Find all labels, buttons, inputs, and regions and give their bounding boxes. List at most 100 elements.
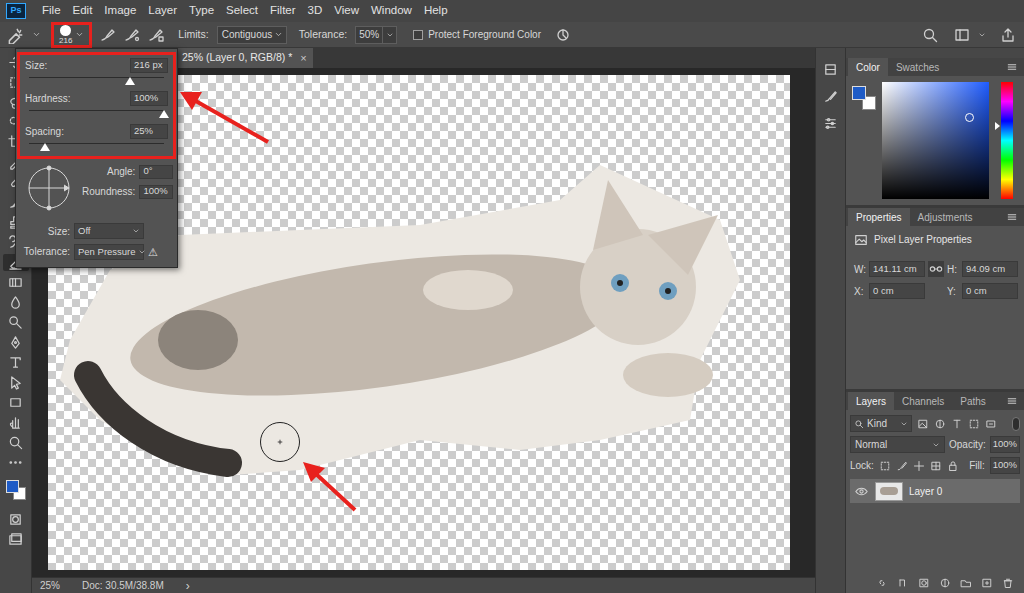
fill-input[interactable]: 100% (990, 457, 1020, 474)
menu-item[interactable]: File (42, 2, 61, 19)
visibility-eye-icon[interactable] (853, 485, 869, 498)
panel-tab[interactable]: Channels (894, 392, 952, 410)
menu-item[interactable]: Layer (148, 2, 177, 19)
panel-tab[interactable]: Layers (848, 392, 894, 410)
adjustments-panel-icon[interactable] (823, 116, 838, 131)
pen-tool-icon[interactable] (3, 334, 29, 351)
pen-pressure-icon[interactable] (555, 27, 571, 43)
panel-tab[interactable]: Swatches (888, 58, 947, 76)
slider-thumb[interactable] (125, 77, 135, 85)
filter-smart-object-icon[interactable] (985, 418, 997, 430)
hue-slider[interactable] (1001, 82, 1013, 199)
workspace-chevron-icon[interactable] (978, 31, 986, 39)
protect-foreground-checkbox[interactable] (413, 30, 423, 40)
layer-style-icon[interactable] (897, 577, 909, 589)
sample-once-icon[interactable] (124, 27, 140, 43)
menu-item[interactable]: 3D (308, 2, 323, 19)
blend-mode-dropdown[interactable]: Normal (850, 436, 945, 453)
color-panel-swatches[interactable] (852, 86, 876, 110)
filter-pixel-icon[interactable] (917, 418, 929, 430)
tolerance-slider-toggle[interactable] (383, 26, 397, 44)
opacity-input[interactable]: 100% (990, 436, 1020, 453)
lock-transparent-icon[interactable] (879, 460, 891, 472)
brush-slider-input[interactable]: 25% (130, 124, 168, 139)
rectangle-tool-icon[interactable] (3, 394, 29, 411)
color-swatches[interactable] (4, 478, 28, 502)
foreground-color-swatch[interactable] (6, 480, 19, 493)
brush-slider-track[interactable] (29, 109, 164, 119)
lock-position-icon[interactable] (913, 460, 925, 472)
property-input[interactable]: 0 cm (869, 283, 925, 299)
adjustment-layer-icon[interactable] (939, 577, 951, 589)
lock-pixels-icon[interactable] (896, 460, 908, 472)
dodge-tool-icon[interactable] (3, 314, 29, 331)
new-layer-icon[interactable] (981, 577, 993, 589)
panel-tab[interactable]: Paths (952, 392, 994, 410)
layer-row[interactable]: Layer 0 (850, 479, 1020, 503)
property-input[interactable]: 0 cm (962, 283, 1018, 299)
menu-item[interactable]: Image (104, 2, 136, 19)
menu-item[interactable]: Window (371, 2, 412, 19)
limits-dropdown[interactable]: Contiguous (217, 26, 287, 44)
color-picker-marker[interactable] (965, 113, 974, 122)
panel-menu-icon[interactable] (1006, 61, 1018, 73)
link-layers-icon[interactable] (876, 577, 888, 589)
panel-menu-icon[interactable] (1006, 211, 1018, 223)
brush-control-dropdown[interactable]: Pen Pressure (74, 244, 144, 260)
slider-thumb[interactable] (40, 143, 50, 151)
document-tab[interactable]: 25% (Layer 0, RGB/8) *× (178, 48, 313, 68)
filter-type-icon[interactable] (951, 418, 963, 430)
panel-tab[interactable]: Color (848, 58, 888, 76)
filter-adjustment-icon[interactable] (934, 418, 946, 430)
zoom-level[interactable]: 25% (40, 578, 60, 593)
hue-slider-marker[interactable] (995, 122, 1000, 130)
tolerance-input[interactable]: 50% (355, 26, 383, 44)
brush-picker-chevron-icon[interactable] (75, 30, 84, 39)
brush-control-dropdown[interactable]: Off (74, 223, 144, 239)
status-menu-button[interactable]: › (186, 580, 190, 592)
angle-input[interactable]: 0° (139, 165, 173, 179)
color-field[interactable] (882, 82, 989, 199)
property-input[interactable]: 94.09 cm (962, 261, 1018, 277)
menu-item[interactable]: View (334, 2, 359, 19)
menu-item[interactable]: Help (424, 2, 448, 19)
close-tab-button[interactable]: × (300, 50, 306, 67)
menu-item[interactable]: Type (189, 2, 214, 19)
delete-layer-icon[interactable] (1002, 577, 1014, 589)
menu-item[interactable]: Filter (270, 2, 296, 19)
protect-foreground-option[interactable]: Protect Foreground Color (413, 27, 541, 42)
panel-tab[interactable]: Adjustments (910, 208, 981, 226)
brush-settings-icon[interactable] (823, 89, 838, 104)
quick-mask-icon[interactable] (3, 511, 29, 528)
tool-preset-chevron-icon[interactable] (32, 30, 41, 39)
menu-item[interactable]: Edit (73, 2, 93, 19)
search-icon[interactable] (922, 27, 938, 43)
filter-shape-icon[interactable] (968, 418, 980, 430)
continuous-sampling-icon[interactable] (100, 27, 116, 43)
lock-all-icon[interactable] (947, 460, 959, 472)
property-input[interactable]: 141.11 cm (869, 261, 925, 277)
angle-dial[interactable] (22, 163, 76, 213)
new-group-icon[interactable] (960, 577, 972, 589)
screen-mode-icon[interactable] (3, 531, 29, 548)
menu-item[interactable]: Select (226, 2, 258, 19)
slider-thumb[interactable] (159, 110, 169, 118)
blur-tool-icon[interactable] (3, 294, 29, 311)
link-dimensions-icon[interactable] (928, 261, 944, 277)
layer-name[interactable]: Layer 0 (909, 484, 942, 499)
brush-slider-track[interactable] (29, 142, 164, 152)
panel-menu-icon[interactable] (1006, 395, 1018, 407)
layer-filter-dropdown[interactable]: Kind (850, 415, 912, 432)
gradient-tool-icon[interactable] (3, 274, 29, 291)
filter-toggle[interactable] (1012, 417, 1020, 431)
brush-slider-input[interactable]: 100% (130, 91, 168, 106)
brush-slider-input[interactable]: 216 px (130, 58, 168, 73)
lock-artboard-icon[interactable] (930, 460, 942, 472)
workspace-icon[interactable] (954, 27, 970, 43)
history-panel-icon[interactable] (823, 62, 838, 77)
hand-tool-icon[interactable] (3, 414, 29, 431)
brush-preset-picker[interactable]: 216 (51, 22, 92, 48)
roundness-input[interactable]: 100% (139, 185, 173, 199)
brush-slider-track[interactable] (29, 76, 164, 86)
path-selection-icon[interactable] (3, 374, 29, 391)
